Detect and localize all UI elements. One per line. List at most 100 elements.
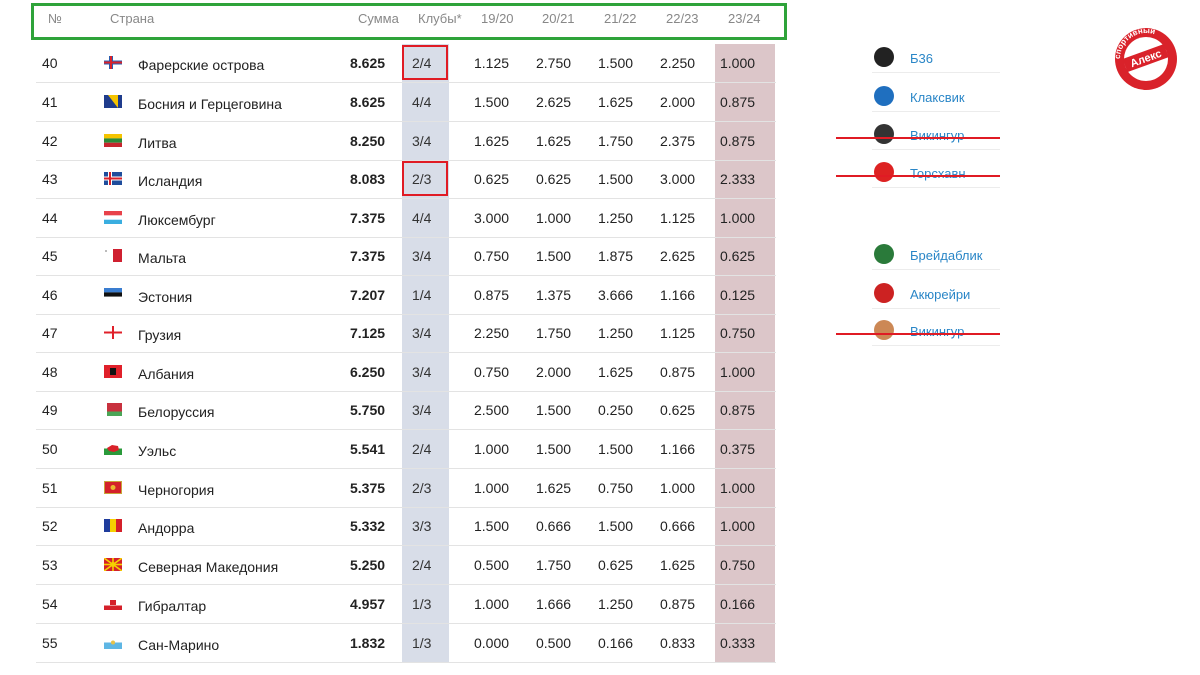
season-2324-cell: 0.125 xyxy=(720,287,756,303)
season-1920-cell: 0.750 xyxy=(474,364,510,380)
season-2122-cell: 1.500 xyxy=(598,171,634,187)
club-name-link[interactable]: Торсхавн xyxy=(910,166,966,181)
clubs-cell: 2/4 xyxy=(412,441,432,457)
country-name[interactable]: Андорра xyxy=(138,520,194,536)
rank-cell: 54 xyxy=(42,596,58,612)
club-list-item[interactable]: Акюрейри xyxy=(872,279,1000,309)
table-row[interactable]: 47 Грузия 7.125 3/4 2.250 1.750 1.250 1.… xyxy=(36,314,776,353)
country-name[interactable]: Эстония xyxy=(138,289,192,305)
club-name-link[interactable]: Брейдаблик xyxy=(910,248,982,263)
club-name-link[interactable]: Викингур xyxy=(910,128,964,143)
table-row[interactable]: 45 Мальта 7.375 3/4 0.750 1.500 1.875 2.… xyxy=(36,237,776,276)
country-name[interactable]: Албания xyxy=(138,366,194,382)
montenegro-flag-icon xyxy=(104,481,122,494)
country-name[interactable]: Сан-Марино xyxy=(138,637,219,653)
table-row[interactable]: 48 Албания 6.250 3/4 0.750 2.000 1.625 0… xyxy=(36,353,776,392)
clubs-cell: 3/4 xyxy=(412,248,432,264)
clubs-cell: 3/4 xyxy=(412,133,432,149)
club-name-link[interactable]: Б36 xyxy=(910,51,933,66)
clubs-cell: 1/3 xyxy=(412,635,432,651)
season-2223-cell: 0.833 xyxy=(660,635,696,651)
table-row[interactable]: 55 Сан-Марино 1.832 1/3 0.000 0.500 0.16… xyxy=(36,624,776,663)
table-row[interactable]: 50 Уэльс 5.541 2/4 1.000 1.500 1.500 1.1… xyxy=(36,430,776,469)
country-name[interactable]: Грузия xyxy=(138,327,181,343)
country-name[interactable]: Белоруссия xyxy=(138,404,215,420)
season-2223-cell: 2.625 xyxy=(660,248,696,264)
season-2324-cell: 1.000 xyxy=(720,210,756,226)
country-name[interactable]: Исландия xyxy=(138,173,202,189)
table-row[interactable]: 44 Люксембург 7.375 4/4 3.000 1.000 1.25… xyxy=(36,199,776,238)
table-row[interactable]: 41 Босния и Герцеговина 8.625 4/4 1.500 … xyxy=(36,83,776,122)
sum-cell: 5.750 xyxy=(350,402,386,418)
luxembourg-flag-icon xyxy=(104,211,122,224)
club-name-link[interactable]: Клаксвик xyxy=(910,90,965,105)
club-list-item[interactable]: Б36 xyxy=(872,43,1000,73)
clubs-cell: 3/4 xyxy=(412,402,432,418)
country-name[interactable]: Северная Македония xyxy=(138,559,278,575)
divider xyxy=(872,149,1000,150)
table-row[interactable]: 46 Эстония 7.207 1/4 0.875 1.375 3.666 1… xyxy=(36,276,776,315)
club-list-item[interactable]: Викингур xyxy=(872,316,1000,346)
club-list-item[interactable]: Клаксвик xyxy=(872,82,1000,112)
strikethrough-line xyxy=(836,333,1000,335)
sum-cell: 7.375 xyxy=(350,248,386,264)
season-2021-cell: 1.000 xyxy=(536,210,572,226)
country-name[interactable]: Гибралтар xyxy=(138,598,206,614)
rank-cell: 40 xyxy=(42,55,58,71)
sum-cell: 6.250 xyxy=(350,364,386,380)
season-2021-cell: 1.500 xyxy=(536,402,572,418)
club-list-item[interactable]: Торсхавн xyxy=(872,158,1000,188)
strikethrough-line xyxy=(836,137,1000,139)
lithuania-flag-icon xyxy=(104,134,122,147)
table-row[interactable]: 49 Белоруссия 5.750 3/4 2.500 1.500 0.25… xyxy=(36,391,776,430)
season-2122-cell: 1.875 xyxy=(598,248,634,264)
season-1920-cell: 1.000 xyxy=(474,441,510,457)
season-1920-cell: 2.500 xyxy=(474,402,510,418)
north-macedonia-flag-icon xyxy=(103,557,123,572)
klaksvik-logo-icon xyxy=(874,86,894,106)
country-name[interactable]: Черногория xyxy=(138,482,214,498)
country-name[interactable]: Фарерские острова xyxy=(138,57,264,73)
season-2021-cell: 1.375 xyxy=(536,287,572,303)
season-1920-cell: 1.625 xyxy=(474,133,510,149)
season-1920-cell: 1.125 xyxy=(474,55,510,71)
table-row[interactable]: 54 Гибралтар 4.957 1/3 1.000 1.666 1.250… xyxy=(36,585,776,624)
season-2223-cell: 3.000 xyxy=(660,171,696,187)
season-1920-cell: 0.500 xyxy=(474,557,510,573)
country-name[interactable]: Босния и Герцеговина xyxy=(138,96,282,112)
clubs-cell: 4/4 xyxy=(412,94,432,110)
club-name-link[interactable]: Викингур xyxy=(910,324,964,339)
sum-cell: 7.207 xyxy=(350,287,386,303)
country-name[interactable]: Мальта xyxy=(138,250,186,266)
season-2021-cell: 1.500 xyxy=(536,248,572,264)
season-1920-cell: 1.000 xyxy=(474,480,510,496)
season-2324-cell: 1.000 xyxy=(720,518,756,534)
country-name[interactable]: Литва xyxy=(138,135,177,151)
sum-cell: 5.375 xyxy=(350,480,386,496)
rank-cell: 46 xyxy=(42,287,58,303)
season-2122-cell: 0.625 xyxy=(598,557,634,573)
season-2021-cell: 2.000 xyxy=(536,364,572,380)
torshavn-logo-icon xyxy=(874,162,894,182)
season-2021-cell: 2.625 xyxy=(536,94,572,110)
andorra-flag-icon xyxy=(104,519,122,532)
table-row[interactable]: 53 Северная Македония 5.250 2/4 0.500 1.… xyxy=(36,546,776,585)
vikingur-reykjavik-logo-icon xyxy=(874,320,894,340)
divider xyxy=(872,72,1000,73)
season-2021-cell: 1.750 xyxy=(536,325,572,341)
author-stamp-logo: спортивный Алекс xyxy=(1113,26,1178,91)
table-row[interactable]: 52 Андорра 5.332 3/3 1.500 0.666 1.500 0… xyxy=(36,507,776,546)
table-row[interactable]: 51 Черногория 5.375 2/3 1.000 1.625 0.75… xyxy=(36,469,776,508)
country-name[interactable]: Люксембург xyxy=(138,212,216,228)
season-2223-cell: 1.125 xyxy=(660,210,696,226)
season-1920-cell: 2.250 xyxy=(474,325,510,341)
season-2122-cell: 1.250 xyxy=(598,210,634,226)
table-row[interactable]: 42 Литва 8.250 3/4 1.625 1.625 1.750 2.3… xyxy=(36,122,776,161)
country-name[interactable]: Уэльс xyxy=(138,443,176,459)
season-2223-cell: 0.625 xyxy=(660,402,696,418)
club-list-item[interactable]: Викингур xyxy=(872,120,1000,150)
club-name-link[interactable]: Акюрейри xyxy=(910,287,970,302)
wales-flag-icon xyxy=(104,442,122,455)
clubs-cell: 2/3 xyxy=(412,480,432,496)
club-list-item[interactable]: Брейдаблик xyxy=(872,240,1000,270)
